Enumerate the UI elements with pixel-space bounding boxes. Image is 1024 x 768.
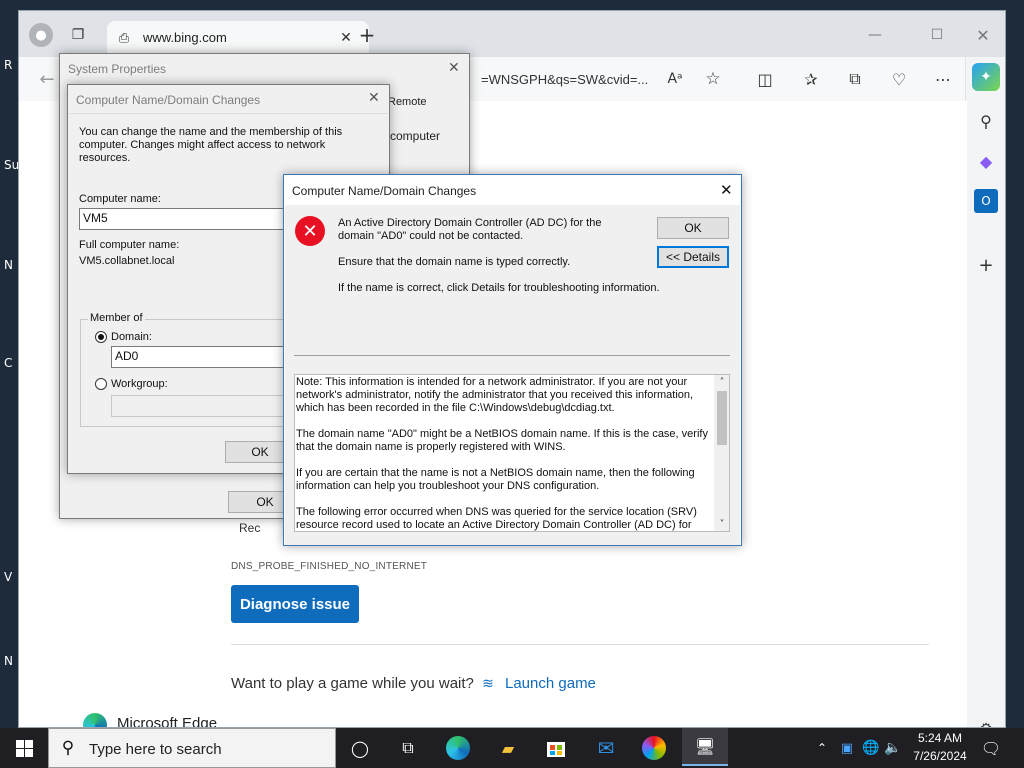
partial-text: computer — [390, 129, 441, 143]
domain-error-dialog: Computer Name/Domain Changes ✕ ✕ An Acti… — [283, 174, 742, 546]
desktop-icon-label[interactable]: N — [4, 258, 13, 272]
desktop-icon-label[interactable]: Su — [4, 158, 19, 172]
maximize-icon[interactable]: ☐ — [925, 23, 949, 47]
member-of-label: Member of — [88, 312, 145, 325]
error-message: An Active Directory Domain Controller (A… — [338, 217, 602, 242]
mail-icon[interactable]: ✉ — [586, 732, 626, 764]
taskbar: ⚲ Type here to search ◯ ⧉ ▰ ✉ 🖥 ⌃ ▣ 🌐 🔈 … — [0, 728, 1024, 768]
window-title: Computer Name/Domain Changes — [76, 93, 261, 107]
search-icon: ⚲ — [61, 738, 75, 758]
clock-time[interactable]: 5:24 AM — [910, 731, 970, 745]
full-name-label: Full computer name: — [79, 239, 180, 251]
search-placeholder: Type here to search — [89, 741, 222, 758]
browser-tab[interactable]: ⎙ www.bing.com ✕ — [107, 21, 369, 57]
tab-remote[interactable]: Remote — [388, 96, 427, 108]
desktop-icon-label[interactable]: C — [4, 356, 12, 370]
divider — [231, 644, 929, 645]
more-options-icon[interactable]: ⋯ — [931, 67, 955, 91]
store-icon[interactable] — [536, 732, 576, 764]
details-button[interactable]: << Details — [657, 246, 729, 268]
close-window-icon[interactable]: ✕ — [971, 23, 995, 47]
notifications-icon[interactable]: 🗨 — [976, 732, 1006, 764]
desktop-icon-label[interactable]: N — [4, 654, 13, 668]
edge-sidebar: ✦ ⚲ ◆ O + ⚙ — [965, 57, 1005, 727]
system-properties-taskbar-icon[interactable]: 🖥 — [682, 728, 728, 766]
cortana-icon[interactable]: ◯ — [340, 732, 380, 764]
favorite-star-icon[interactable]: ☆ — [701, 67, 725, 91]
read-aloud-icon[interactable]: Aᵃ — [663, 67, 687, 91]
details-paragraph: Note: This information is intended for a… — [296, 376, 694, 414]
favorites-icon[interactable]: ✰ — [799, 67, 823, 91]
intro-text: You can change the name and the membersh… — [79, 126, 343, 164]
network-icon[interactable]: 🌐 — [860, 732, 882, 764]
window-title: System Properties — [68, 62, 167, 76]
search-icon[interactable]: ⚲ — [974, 109, 998, 133]
close-icon[interactable]: ✕ — [368, 90, 380, 106]
minimize-icon[interactable]: — — [863, 23, 887, 47]
domain-label: Domain: — [111, 331, 152, 343]
copilot-icon[interactable]: ✦ — [972, 63, 1000, 91]
ok-button[interactable]: OK — [657, 217, 729, 239]
game-icon: ≋ — [482, 676, 494, 692]
computer-name-label: Computer name: — [79, 193, 161, 205]
split-screen-icon[interactable]: ◫ — [753, 67, 777, 91]
add-sidebar-icon[interactable]: + — [974, 253, 998, 277]
partial-bullet: Rec — [239, 521, 261, 535]
details-textbox[interactable]: Note: This information is intended for a… — [294, 374, 730, 532]
tray-app-icon[interactable]: ▣ — [836, 732, 858, 764]
volume-icon[interactable]: 🔈 — [882, 732, 904, 764]
workgroup-radio[interactable] — [95, 378, 107, 390]
launch-game-link[interactable]: Launch game — [505, 675, 596, 692]
details-paragraph: The following error occurred when DNS wa… — [296, 506, 697, 531]
address-field[interactable]: =WNSGPH&qs=SW&cvid=... — [481, 72, 648, 87]
close-tab-icon[interactable]: ✕ — [337, 29, 355, 47]
domain-radio[interactable] — [95, 331, 107, 343]
windows-start-icon[interactable] — [4, 732, 44, 764]
photos-icon[interactable] — [634, 732, 674, 764]
page-icon: ⎙ — [118, 30, 130, 46]
close-icon[interactable]: ✕ — [448, 60, 460, 76]
show-hidden-icons-icon[interactable]: ⌃ — [812, 732, 832, 764]
browser-essentials-icon[interactable]: ♡ — [887, 67, 911, 91]
clock-date[interactable]: 7/26/2024 — [910, 749, 970, 763]
scroll-up-icon[interactable]: ˄ — [714, 375, 729, 389]
separator — [294, 355, 730, 356]
file-explorer-icon[interactable]: ▰ — [488, 732, 528, 764]
workgroup-label: Workgroup: — [111, 378, 168, 390]
task-view-icon[interactable]: ⧉ — [388, 732, 428, 764]
hint-click-details: If the name is correct, click Details fo… — [338, 282, 660, 294]
full-name-value: VM5.collabnet.local — [79, 255, 175, 267]
game-prompt: Want to play a game while you wait? — [231, 675, 474, 692]
scroll-thumb[interactable] — [717, 391, 727, 445]
desktop-icon-label[interactable]: V — [4, 570, 12, 584]
close-icon[interactable]: ✕ — [720, 181, 733, 199]
desktop-icon-label[interactable]: R — [4, 58, 12, 72]
details-scrollbar[interactable]: ˄ ˅ — [714, 375, 729, 531]
error-code: DNS_PROBE_FINISHED_NO_INTERNET — [231, 561, 428, 572]
scroll-down-icon[interactable]: ˅ — [714, 517, 729, 531]
browser-titlebar: ● ❐ ⎙ www.bing.com ✕ + — ☐ ✕ — [19, 11, 1005, 57]
tab-actions-icon[interactable]: ❐ — [67, 25, 89, 45]
settings-gear-icon[interactable]: ⚙ — [974, 717, 998, 727]
edge-logo-icon — [83, 713, 107, 727]
tab-title: www.bing.com — [143, 30, 227, 45]
details-paragraph: The domain name "AD0" might be a NetBIOS… — [296, 428, 708, 453]
new-tab-icon[interactable]: + — [355, 23, 379, 47]
hint-typed-correctly: Ensure that the domain name is typed cor… — [338, 256, 571, 268]
dialog-title: Computer Name/Domain Changes — [292, 184, 477, 198]
diagnose-button[interactable]: Diagnose issue — [231, 585, 359, 623]
taskbar-search[interactable]: ⚲ Type here to search — [48, 728, 336, 768]
collections-icon[interactable]: ⧉ — [843, 67, 867, 91]
brand-name: Microsoft Edge — [117, 715, 218, 728]
shopping-icon[interactable]: ◆ — [974, 149, 998, 173]
outlook-icon[interactable]: O — [974, 189, 998, 213]
details-paragraph: If you are certain that the name is not … — [296, 467, 695, 492]
edge-taskbar-icon[interactable] — [438, 732, 478, 764]
profile-avatar-icon[interactable]: ● — [29, 23, 53, 47]
back-icon[interactable]: ← — [35, 67, 59, 91]
error-icon: ✕ — [295, 216, 325, 246]
